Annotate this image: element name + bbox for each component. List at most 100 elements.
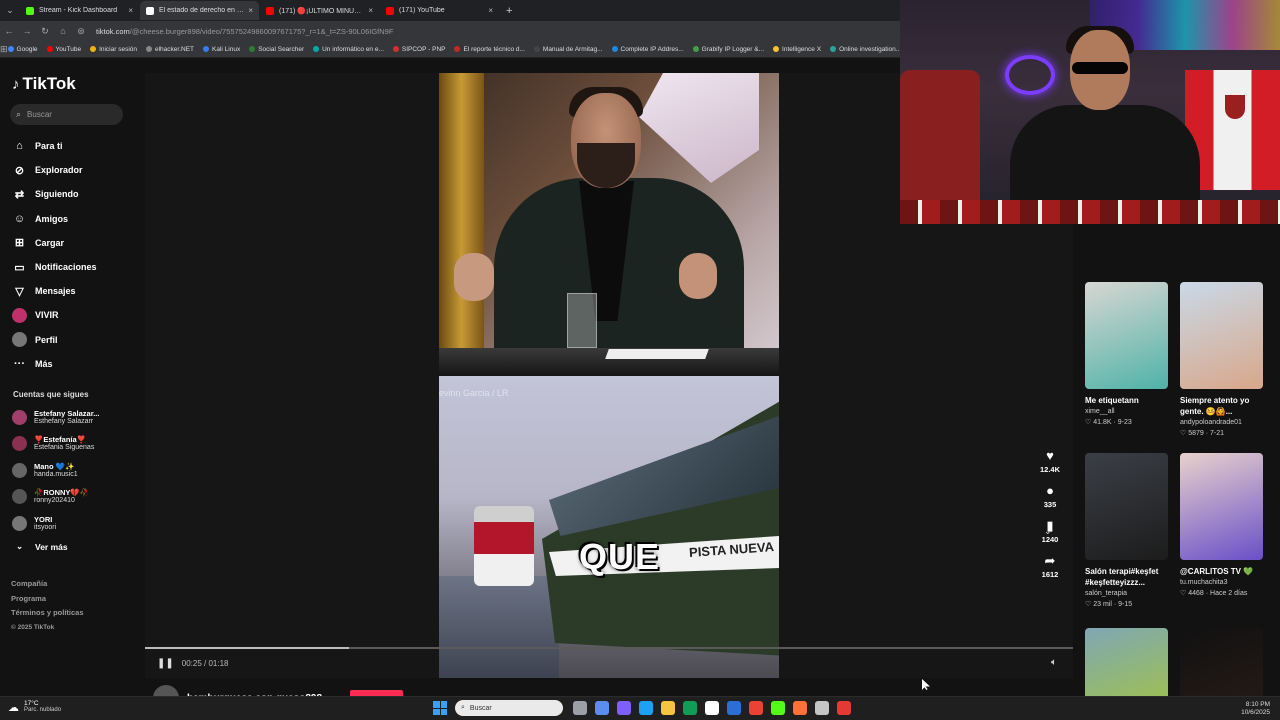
weather-widget[interactable]: ☁ 17°C Parc. nublado — [8, 700, 61, 714]
taskbar-app-icon[interactable] — [595, 701, 609, 715]
new-tab-button[interactable]: + — [506, 5, 512, 17]
close-icon[interactable]: × — [248, 6, 253, 15]
action-button[interactable]: ➦ 1612 — [1036, 553, 1064, 581]
pause-icon[interactable]: ❚❚ — [157, 658, 174, 669]
url-field[interactable]: tiktok.com/@cheese.burger898/video/75575… — [96, 27, 393, 36]
bookmark-item[interactable]: SIPCOP - PNP — [392, 46, 445, 53]
bookmark-item[interactable]: Un informático en e... — [313, 46, 384, 53]
taskbar-app-icon[interactable] — [815, 701, 829, 715]
sidebar-item[interactable]: ⊘ Explorador — [12, 158, 97, 182]
taskbar-app-icon[interactable] — [727, 701, 741, 715]
following-item[interactable]: 🥀RONNY💔🥀 ronny202410 — [12, 484, 99, 511]
sidebar-item[interactable]: ··· Más — [12, 352, 97, 376]
taskbar-app-icon[interactable] — [705, 701, 719, 715]
video-thumbnail[interactable] — [1085, 453, 1168, 560]
action-button[interactable]: ▮ 1240 — [1036, 518, 1064, 546]
sidebar-item[interactable]: ▭ Notificaciones — [12, 255, 96, 279]
following-title: Cuentas que sigues — [13, 390, 89, 399]
bookmark-item[interactable]: Social Searcher — [249, 46, 304, 53]
taskbar-app-icon[interactable] — [573, 701, 587, 715]
footer-link-company[interactable]: Compañía — [11, 577, 84, 592]
action-button[interactable]: ♥ 12.4K — [1036, 448, 1064, 476]
bookmark-label: Iniciar sesión — [99, 45, 137, 53]
sidebar-item[interactable]: ⇄ Siguiendo — [12, 182, 97, 206]
taskbar-search[interactable]: ⌕ Buscar — [455, 700, 563, 716]
volume-icon[interactable]: 🔈︎ — [1051, 657, 1057, 668]
recommended-video-card[interactable]: Siempre atento yo gente. 🤒🙆... andypoloan… — [1180, 282, 1263, 439]
bookmark-item[interactable]: Complete IP Addres... — [611, 46, 684, 53]
search-input[interactable]: ⌕ Buscar — [10, 104, 123, 125]
home-page-icon[interactable]: ⌂ — [54, 26, 72, 36]
taskbar-app-icon[interactable] — [617, 701, 631, 715]
video-frame[interactable]: evinn Garcia / LR PISTA NUEVA QUE — [439, 73, 779, 678]
back-icon[interactable]: ← — [0, 26, 18, 36]
action-button[interactable]: ● 335 — [1036, 483, 1064, 511]
video-progress-bar[interactable] — [145, 647, 1073, 649]
following-item[interactable]: YORI itsyoori — [12, 510, 99, 537]
video-title[interactable]: @CARLITOS TV 💚 — [1180, 566, 1270, 577]
bookmark-item[interactable]: Manual de Armitag... — [533, 46, 603, 53]
video-title[interactable]: Siempre atento yo gente. 🤒🙆... — [1180, 395, 1270, 417]
apps-grid-icon[interactable]: ⊞ — [0, 44, 8, 55]
video-thumbnail[interactable] — [1180, 282, 1263, 389]
following-item[interactable]: Estefany Salazar... Esthefany Salazarr — [12, 404, 99, 431]
bookmark-item[interactable]: YouTube — [46, 46, 81, 53]
video-title[interactable]: Me etiquetann — [1085, 395, 1175, 406]
reload-icon[interactable]: ↻ — [36, 26, 54, 37]
browser-tab[interactable]: (171) 🔴¡ÚLTIMO MINUTO! PA× — [260, 1, 379, 20]
bookmark-favicon-icon — [249, 46, 256, 52]
video-author[interactable]: tu.muchachita3 — [1180, 577, 1263, 589]
video-bottom-scene: evinn Garcia / LR PISTA NUEVA QUE — [439, 376, 779, 678]
bookmark-item[interactable]: Intelligence X — [773, 46, 821, 53]
video-thumbnail[interactable] — [1085, 282, 1168, 389]
sidebar-item[interactable]: VIVIR — [12, 303, 97, 327]
close-icon[interactable]: × — [368, 6, 373, 15]
bookmark-item[interactable]: Iniciar sesión — [90, 46, 137, 53]
taskbar-app-icon[interactable] — [683, 701, 697, 715]
bookmark-item[interactable]: Google — [7, 46, 38, 53]
browser-tab[interactable]: El estado de derecho en Pe × — [140, 1, 259, 20]
bookmark-item[interactable]: Grabify IP Logger &... — [692, 46, 764, 53]
bookmark-label: El reporte técnico d... — [463, 45, 525, 53]
footer-link-program[interactable]: Programa — [11, 592, 84, 607]
clock[interactable]: 8:10 PM 10/6/2025 — [1241, 701, 1270, 717]
see-more-button[interactable]: ⌄ Ver más — [12, 541, 68, 552]
sidebar-item[interactable]: ☺ Amigos — [12, 207, 97, 231]
following-item[interactable]: ❣️Estefanía❣️ Estefania Siguenas — [12, 431, 99, 458]
bookmark-favicon-icon — [533, 46, 540, 52]
sidebar-item[interactable]: ⌂ Para ti — [12, 134, 97, 158]
taskbar-app-icon[interactable] — [837, 701, 851, 715]
windows-start-icon[interactable] — [433, 701, 447, 715]
taskbar-app-icon[interactable] — [793, 701, 807, 715]
footer-link-terms[interactable]: Términos y políticas — [11, 606, 84, 621]
taskbar-app-icon[interactable] — [661, 701, 675, 715]
tab-search-icon[interactable]: ⌄ — [0, 5, 20, 16]
taskbar-app-icon[interactable] — [749, 701, 763, 715]
bookmark-item[interactable]: Online investigation... — [830, 46, 901, 53]
close-icon[interactable]: × — [488, 6, 493, 15]
bookmark-favicon-icon — [392, 46, 399, 52]
sidebar-item[interactable]: ⊞ Cargar — [12, 231, 97, 255]
close-icon[interactable]: × — [128, 6, 133, 15]
tiktok-logo[interactable]: ♪ TikTok — [12, 74, 76, 94]
bookmark-item[interactable]: elhacker.NET — [146, 46, 194, 53]
recommended-video-card[interactable]: @CARLITOS TV 💚 tu.muchachita3 ♡ 4468 · Hac… — [1180, 453, 1263, 599]
bookmark-item[interactable]: Kali Linux — [203, 46, 240, 53]
taskbar-app-icon[interactable] — [771, 701, 785, 715]
video-author[interactable]: xime__all — [1085, 406, 1168, 418]
video-thumbnail[interactable] — [1180, 453, 1263, 560]
recommended-video-card[interactable]: Salón terapi#keşfet #keşfetteyizzz... sal… — [1085, 453, 1168, 610]
video-title[interactable]: Salón terapi#keşfet #keşfetteyizzz... — [1085, 566, 1175, 588]
bookmark-item[interactable]: El reporte técnico d... — [454, 45, 525, 53]
sidebar-item[interactable]: ▽ Mensajes — [12, 279, 97, 303]
sidebar-item[interactable]: Perfil — [12, 328, 97, 352]
site-info-icon[interactable]: ⊜ — [72, 26, 90, 37]
video-author[interactable]: salón_terapia — [1085, 588, 1168, 600]
recommended-video-card[interactable]: Me etiquetann xime__all ♡ 41.8K · 9-23 — [1085, 282, 1168, 428]
browser-tab[interactable]: (171) YouTube × — [380, 1, 499, 20]
video-author[interactable]: andypoloandrade01 — [1180, 417, 1263, 429]
forward-icon[interactable]: → — [18, 26, 36, 36]
taskbar-app-icon[interactable] — [639, 701, 653, 715]
browser-tab[interactable]: Stream - Kick Dashboard × — [20, 1, 139, 20]
following-item[interactable]: Mano 💙✨ handa.music1 — [12, 457, 99, 484]
